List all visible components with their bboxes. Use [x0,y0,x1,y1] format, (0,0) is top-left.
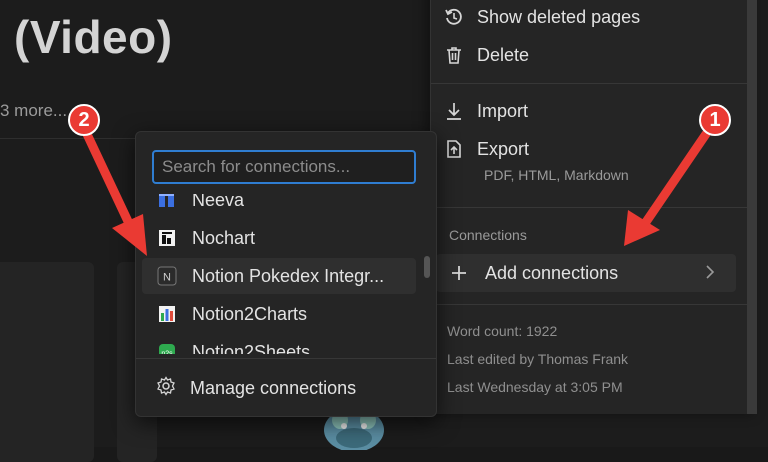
popup-scrollbar-thumb[interactable] [424,256,430,278]
import-label: Import [477,100,529,121]
annotation-badge-1: 1 [699,104,731,136]
export-formats: PDF, HTML, Markdown [484,167,629,183]
restore-icon [443,6,465,28]
connection-item-notion2charts[interactable]: Notion2Charts [142,296,416,332]
menu-divider [431,207,747,208]
menu-scrollbar[interactable] [747,0,757,414]
delete-label: Delete [477,44,530,65]
nochart-icon [156,227,178,249]
show-deleted-pages-item[interactable]: Show deleted pages [443,6,640,28]
trash-icon [443,44,465,66]
connections-search-box[interactable] [152,150,416,184]
connection-item-notion-pokedex[interactable]: N Notion Pokedex Integr... [142,258,416,294]
add-connections-label: Add connections [485,262,619,283]
connection-item-notion2sheets[interactable]: n2s Notion2Sheets [142,334,416,354]
menu-divider [431,83,747,84]
annotation-badge-2: 2 [68,104,100,136]
export-item[interactable]: Export [443,138,529,160]
svg-text:n2s: n2s [161,351,173,355]
manage-connections-label: Manage connections [190,378,357,398]
connection-item-label: Notion2Charts [192,303,308,324]
delete-item[interactable]: Delete [443,44,529,66]
page-options-menu: Show deleted pages Delete Import Export … [430,0,757,414]
gear-icon [156,376,176,401]
connection-item-label: Notion Pokedex Integr... [192,265,385,286]
chevron-right-icon [704,264,716,285]
notion-icon: N [156,265,178,287]
connections-search-input[interactable] [154,152,414,182]
page-title: (Video) [14,11,173,63]
export-icon [443,138,465,160]
import-item[interactable]: Import [443,100,528,122]
connection-item-nochart[interactable]: Nochart [142,220,416,256]
svg-text:N: N [163,272,171,284]
connections-heading: Connections [449,227,527,243]
export-label: Export [477,138,530,159]
last-edited-by: Last edited by Thomas Frank [447,351,629,367]
connection-item-label: Neeva [192,194,245,210]
menu-divider [431,304,747,305]
connections-list: Neeva Nochart N Notion Pokedex Integr...… [136,194,426,354]
manage-connections-item[interactable]: Manage connections [156,376,356,401]
notion2sheets-icon: n2s [156,341,178,354]
plus-icon [448,262,470,284]
connection-item-neeva[interactable]: Neeva [142,194,416,218]
word-count: Word count: 1922 [447,323,558,339]
connections-popup: Neeva Nochart N Notion Pokedex Integr...… [135,131,437,417]
gallery-card[interactable] [0,262,94,462]
connection-item-label: Notion2Sheets [192,341,311,355]
show-deleted-pages-label: Show deleted pages [477,6,641,27]
notion2charts-icon [156,303,178,325]
popup-divider [136,358,436,359]
last-edited-time: Last Wednesday at 3:05 PM [447,379,623,395]
more-link[interactable]: 3 more... [0,101,67,121]
import-icon [443,100,465,122]
connection-item-label: Nochart [192,227,256,248]
neeva-icon [156,194,178,211]
add-connections-item[interactable]: Add connections [436,254,736,292]
